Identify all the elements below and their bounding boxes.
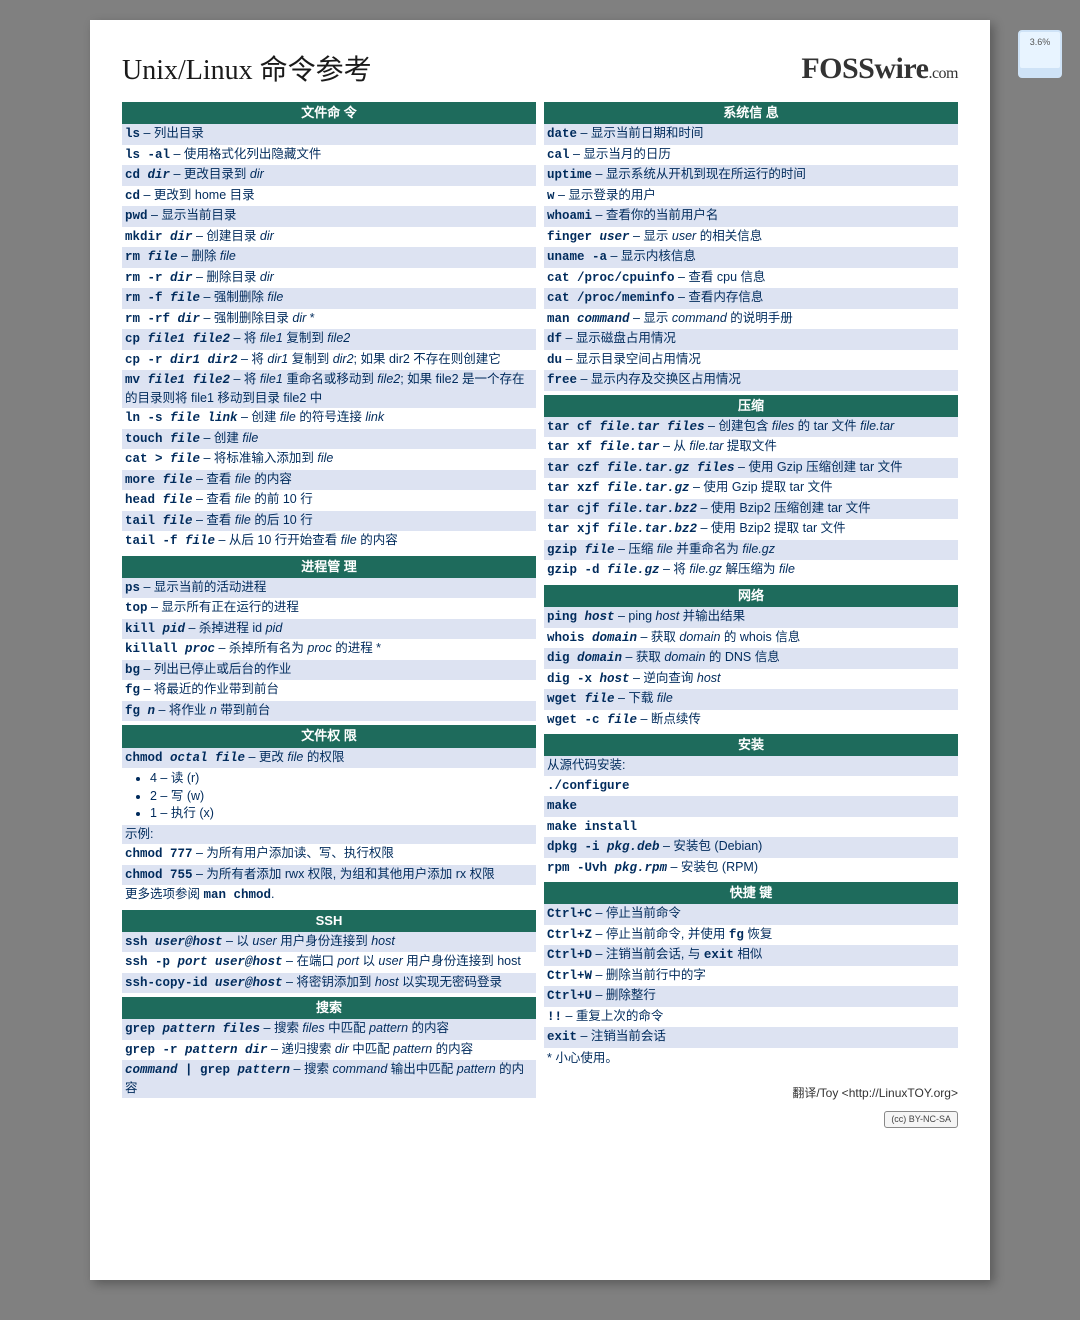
command-row: Ctrl+D – 注销当前会话, 与 exit 相似 xyxy=(544,945,958,966)
command-row: df – 显示磁盘占用情况 xyxy=(544,329,958,350)
document-page: Unix/Linux 命令参考 FOSSwire.com 文件命 令 ls – … xyxy=(90,20,990,1280)
section-header-net: 网络 xyxy=(544,585,958,607)
command-row: cal – 显示当月的日历 xyxy=(544,145,958,166)
command-row: ps – 显示当前的活动进程 xyxy=(122,578,536,599)
command-row: ls -al – 使用格式化列出隐藏文件 xyxy=(122,145,536,166)
command-row: wget file – 下载 file xyxy=(544,689,958,710)
command-row: chmod 777 – 为所有用户添加读、写、执行权限 xyxy=(122,844,536,865)
command-row: rm -r dir – 删除目录 dir xyxy=(122,268,536,289)
right-column: 系统信 息 date – 显示当前日期和时间cal – 显示当月的日历uptim… xyxy=(544,98,958,1128)
section-header-proc: 进程管 理 xyxy=(122,556,536,578)
command-row: date – 显示当前日期和时间 xyxy=(544,124,958,145)
command-row: tar xf file.tar – 从 file.tar 提取文件 xyxy=(544,437,958,458)
install-src-label: 从源代码安装: xyxy=(544,756,958,776)
credit-line: 翻译/Toy <http://LinuxTOY.org> xyxy=(544,1085,958,1102)
command-row: rpm -Uvh pkg.rpm – 安装包 (RPM) xyxy=(544,858,958,879)
more-note: 更多选项参阅 man chmod. xyxy=(122,885,536,906)
command-row: Ctrl+W – 删除当前行中的字 xyxy=(544,966,958,987)
command-row: tail file – 查看 file 的后 10 行 xyxy=(122,511,536,532)
command-row: free – 显示内存及交换区占用情况 xyxy=(544,370,958,391)
command-row: killall proc – 杀掉所有名为 proc 的进程 * xyxy=(122,639,536,660)
command-row: rm -f file – 强制删除 file xyxy=(122,288,536,309)
command-row: wget -c file – 断点续传 xyxy=(544,710,958,731)
command-row: finger user – 显示 user 的相关信息 xyxy=(544,227,958,248)
command-row: tar cf file.tar files – 创建包含 files 的 tar… xyxy=(544,417,958,438)
command-row: tail -f file – 从后 10 行开始查看 file 的内容 xyxy=(122,531,536,552)
command-row: cat /proc/cpuinfo – 查看 cpu 信息 xyxy=(544,268,958,289)
command-row: ssh -p port user@host – 在端口 port 以 user … xyxy=(122,952,536,973)
command-row: bg – 列出已停止或后台的作业 xyxy=(122,660,536,681)
command-row: Ctrl+Z – 停止当前命令, 并使用 fg 恢复 xyxy=(544,925,958,946)
section-header-ssh: SSH xyxy=(122,910,536,932)
command-row: w – 显示登录的用户 xyxy=(544,186,958,207)
command-row: tar xjf file.tar.bz2 – 使用 Bzip2 提取 tar 文… xyxy=(544,519,958,540)
command-row: tar xzf file.tar.gz – 使用 Gzip 提取 tar 文件 xyxy=(544,478,958,499)
command-row: top – 显示所有正在运行的进程 xyxy=(122,598,536,619)
command-row: make install xyxy=(544,817,958,838)
command-row: chmod octal file – 更改 file 的权限 xyxy=(122,748,536,769)
section-header-install: 安装 xyxy=(544,734,958,756)
section-header-sysinfo: 系统信 息 xyxy=(544,102,958,124)
command-row: head file – 查看 file 的前 10 行 xyxy=(122,490,536,511)
command-row: rm file – 删除 file xyxy=(122,247,536,268)
command-row: touch file – 创建 file xyxy=(122,429,536,450)
command-row: command | grep pattern – 搜索 command 输出中匹… xyxy=(122,1060,536,1098)
command-row: make xyxy=(544,796,958,817)
command-row: gzip file – 压缩 file 并重命名为 file.gz xyxy=(544,540,958,561)
command-row: kill pid – 杀掉进程 id pid xyxy=(122,619,536,640)
command-row: cd – 更改到 home 目录 xyxy=(122,186,536,207)
command-row: grep -r pattern dir – 递归搜索 dir 中匹配 patte… xyxy=(122,1040,536,1061)
page-title: Unix/Linux 命令参考 xyxy=(122,51,372,90)
section-header-search: 搜索 xyxy=(122,997,536,1019)
example-label: 示例: xyxy=(122,825,536,845)
command-row: mv file1 file2 – 将 file1 重命名或移动到 file2; … xyxy=(122,370,536,408)
command-row: tar cjf file.tar.bz2 – 使用 Bzip2 压缩创建 tar… xyxy=(544,499,958,520)
star-note: * 小心使用。 xyxy=(544,1048,958,1070)
reader-badge: 3.6% xyxy=(1018,30,1062,78)
command-row: cp -r dir1 dir2 – 将 dir1 复制到 dir2; 如果 di… xyxy=(122,350,536,371)
left-column: 文件命 令 ls – 列出目录ls -al – 使用格式化列出隐藏文件cd di… xyxy=(122,98,536,1128)
command-row: ./configure xyxy=(544,776,958,797)
command-row: more file – 查看 file 的内容 xyxy=(122,470,536,491)
command-row: fg n – 将作业 n 带到前台 xyxy=(122,701,536,722)
command-row: cp file1 file2 – 将 file1 复制到 file2 xyxy=(122,329,536,350)
cc-license: (cc) BY-NC-SA xyxy=(544,1110,958,1128)
command-row: tar czf file.tar.gz files – 使用 Gzip 压缩创建… xyxy=(544,458,958,479)
command-row: chmod 755 – 为所有者添加 rwx 权限, 为组和其他用户添加 rx … xyxy=(122,865,536,886)
command-row: dpkg -i pkg.deb – 安装包 (Debian) xyxy=(544,837,958,858)
command-row: cat > file – 将标准输入添加到 file xyxy=(122,449,536,470)
command-row: gzip -d file.gz – 将 file.gz 解压缩为 file xyxy=(544,560,958,581)
command-row: ln -s file link – 创建 file 的符号连接 link xyxy=(122,408,536,429)
command-row: ping host – ping host 并输出结果 xyxy=(544,607,958,628)
command-row: Ctrl+U – 删除整行 xyxy=(544,986,958,1007)
command-row: whoami – 查看你的当前用户名 xyxy=(544,206,958,227)
command-row: cd dir – 更改目录到 dir xyxy=(122,165,536,186)
command-row: ls – 列出目录 xyxy=(122,124,536,145)
perm-bullets: 4 – 读 (r)2 – 写 (w)1 – 执行 (x) xyxy=(150,770,536,823)
command-row: dig -x host – 逆向查询 host xyxy=(544,669,958,690)
command-row: !! – 重复上次的命令 xyxy=(544,1007,958,1028)
command-row: fg – 将最近的作业带到前台 xyxy=(122,680,536,701)
command-row: mkdir dir – 创建目录 dir xyxy=(122,227,536,248)
section-header-compress: 压缩 xyxy=(544,395,958,417)
section-header-shortcut: 快捷 键 xyxy=(544,882,958,904)
section-header-perm: 文件权 限 xyxy=(122,725,536,747)
command-row: uptime – 显示系统从开机到现在所运行的时间 xyxy=(544,165,958,186)
section-header-file: 文件命 令 xyxy=(122,102,536,124)
command-row: cat /proc/meminfo – 查看内存信息 xyxy=(544,288,958,309)
command-row: rm -rf dir – 强制删除目录 dir * xyxy=(122,309,536,330)
command-row: whois domain – 获取 domain 的 whois 信息 xyxy=(544,628,958,649)
command-row: grep pattern files – 搜索 files 中匹配 patter… xyxy=(122,1019,536,1040)
command-row: dig domain – 获取 domain 的 DNS 信息 xyxy=(544,648,958,669)
command-row: uname -a – 显示内核信息 xyxy=(544,247,958,268)
command-row: du – 显示目录空间占用情况 xyxy=(544,350,958,371)
command-row: ssh user@host – 以 user 用户身份连接到 host xyxy=(122,932,536,953)
command-row: pwd – 显示当前目录 xyxy=(122,206,536,227)
command-row: ssh-copy-id user@host – 将密钥添加到 host 以实现无… xyxy=(122,973,536,994)
command-row: man command – 显示 command 的说明手册 xyxy=(544,309,958,330)
command-row: Ctrl+C – 停止当前命令 xyxy=(544,904,958,925)
brand-logo: FOSSwire.com xyxy=(801,48,958,90)
command-row: exit – 注销当前会话 xyxy=(544,1027,958,1048)
